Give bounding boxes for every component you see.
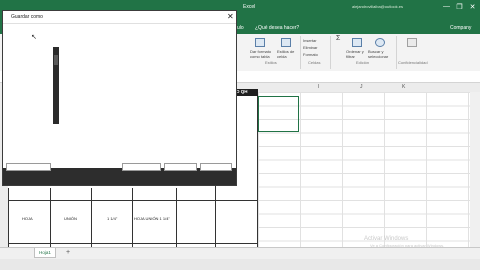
cell-union[interactable]: UNIÓN bbox=[64, 216, 77, 221]
dialog-title-bar[interactable]: Guardar como ✕ bbox=[3, 11, 236, 24]
activate-windows-hint: Ve a Configuración para activar Windows. bbox=[370, 243, 445, 248]
status-bar bbox=[0, 259, 480, 270]
tell-me-search[interactable]: ¿Qué desea hacer? bbox=[255, 25, 299, 31]
cell-styles-label: Estilos de celda bbox=[277, 49, 295, 59]
save-as-dialog: Guardar como ✕ ↖ bbox=[2, 10, 237, 186]
dialog-close-button[interactable]: ✕ bbox=[227, 12, 234, 21]
sheet-tab-hoja1[interactable]: Hoja1 bbox=[34, 248, 56, 258]
autosum-icon[interactable]: Σ bbox=[336, 35, 340, 42]
column-header-i[interactable]: I bbox=[318, 84, 319, 90]
group-estilos: Estilos bbox=[265, 60, 277, 65]
cell-size[interactable]: 1 1/4" bbox=[107, 216, 117, 221]
dialog-scroll-thumb[interactable] bbox=[54, 55, 58, 65]
window-close-button[interactable]: ✕ bbox=[468, 3, 477, 11]
file-fragment[interactable]: ulo bbox=[237, 25, 244, 31]
column-header-j[interactable]: J bbox=[360, 84, 363, 90]
group-edicion: Edición bbox=[356, 60, 370, 65]
cell-description[interactable]: HOJA UNIÓN 1 1/4" bbox=[134, 216, 170, 221]
dialog-title: Guardar como bbox=[11, 14, 43, 20]
dialog-scrollbar[interactable] bbox=[53, 47, 59, 124]
cell-hoja[interactable]: HOJA bbox=[22, 216, 33, 221]
dialog-resize-grip[interactable] bbox=[229, 180, 234, 185]
cell-styles-icon[interactable] bbox=[281, 38, 291, 47]
add-sheet-icon[interactable]: + bbox=[66, 249, 70, 256]
group-celdas: Celdas bbox=[308, 60, 321, 65]
dialog-left-button[interactable] bbox=[6, 163, 51, 171]
activate-windows-watermark: Activar Windows bbox=[364, 236, 409, 242]
find-select-label: Buscar y seleccionar bbox=[368, 49, 389, 59]
dialog-button-3[interactable] bbox=[200, 163, 232, 171]
dialog-button-2[interactable] bbox=[164, 163, 197, 171]
sensitivity-icon[interactable] bbox=[407, 38, 417, 47]
find-select-icon[interactable] bbox=[375, 38, 385, 47]
ribbon-separator bbox=[396, 36, 397, 69]
format-button[interactable]: Formato bbox=[303, 52, 318, 57]
mouse-cursor-icon: ↖ bbox=[31, 34, 37, 41]
minimize-button[interactable]: — bbox=[442, 3, 451, 10]
table-header-cell[interactable]: O QH bbox=[236, 89, 258, 96]
group-confidencialidad: Confidencialidad bbox=[398, 60, 428, 65]
window-title: Excel bbox=[243, 4, 256, 10]
ribbon-separator bbox=[330, 36, 331, 69]
insert-button[interactable]: Insertar bbox=[303, 38, 317, 43]
selected-cell[interactable] bbox=[258, 96, 299, 132]
sort-filter-label: Ordenar y filtrar bbox=[346, 49, 364, 59]
format-table-icon[interactable] bbox=[255, 38, 265, 47]
table-header-text: O QH bbox=[236, 89, 248, 94]
user-name[interactable]: alejandrovillalba@outlook.es bbox=[352, 4, 403, 9]
restore-button[interactable]: ❐ bbox=[455, 3, 464, 11]
column-header-k[interactable]: K bbox=[402, 84, 405, 90]
format-table-label: Dar formato como tabla bbox=[250, 49, 272, 59]
dialog-button-1[interactable] bbox=[122, 163, 161, 171]
sort-filter-icon[interactable] bbox=[352, 38, 362, 47]
ribbon-separator bbox=[300, 36, 301, 69]
delete-button[interactable]: Eliminar bbox=[303, 45, 317, 50]
vertical-scrollbar[interactable] bbox=[470, 92, 480, 247]
share-button[interactable]: Company bbox=[450, 25, 471, 31]
